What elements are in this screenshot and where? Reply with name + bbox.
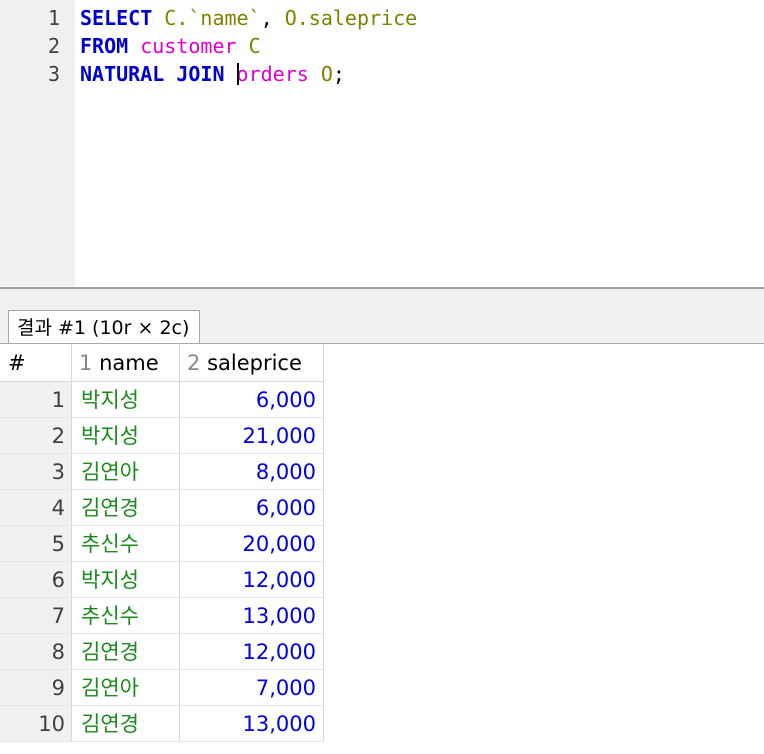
sql-keyword: NATURAL JOIN [80,62,225,86]
header-name[interactable]: 1 name [72,344,180,382]
column-ref: C.`name` [164,6,261,30]
cell-saleprice[interactable]: 13,000 [180,706,324,742]
column-title: name [99,351,159,375]
cell-name[interactable]: 박지성 [72,562,180,598]
table-row[interactable]: 7 추신수 13,000 [0,598,324,634]
row-number[interactable]: 7 [0,598,72,634]
cell-name[interactable]: 추신수 [72,526,180,562]
sql-keyword: FROM [80,34,129,58]
sql-editor[interactable]: 1 2 3 SELECT C.`name`, O.saleprice FROM … [0,0,764,288]
column-title: saleprice [207,351,302,375]
cell-saleprice[interactable]: 13,000 [180,598,324,634]
line-number: 3 [47,62,60,86]
row-number[interactable]: 10 [0,706,72,742]
table-row[interactable]: 3 김연아 8,000 [0,454,324,490]
cell-saleprice[interactable]: 12,000 [180,562,324,598]
cell-name[interactable]: 김연아 [72,454,180,490]
cell-saleprice[interactable]: 20,000 [180,526,324,562]
row-number[interactable]: 9 [0,670,72,706]
cell-name[interactable]: 김연경 [72,634,180,670]
header-row-index[interactable]: # [0,344,72,382]
header-saleprice[interactable]: 2 saleprice [180,344,324,382]
column-index: 1 [79,351,93,375]
cell-name[interactable]: 박지성 [72,418,180,454]
row-number[interactable]: 1 [0,382,72,418]
cell-saleprice[interactable]: 12,000 [180,634,324,670]
row-number[interactable]: 2 [0,418,72,454]
cell-name[interactable]: 추신수 [72,598,180,634]
row-number[interactable]: 3 [0,454,72,490]
table-row[interactable]: 5 추신수 20,000 [0,526,324,562]
table-row[interactable]: 1 박지성 6,000 [0,382,324,418]
line-number: 1 [47,6,60,30]
table-row[interactable]: 4 김연경 6,000 [0,490,324,526]
row-number[interactable]: 6 [0,562,72,598]
table-row[interactable]: 8 김연경 12,000 [0,634,324,670]
tab-result-1[interactable]: 결과 #1 (10r × 2c) [8,310,200,344]
result-tab-bar: 결과 #1 (10r × 2c) [0,289,764,344]
column-index: 2 [187,351,201,375]
comma: , [260,6,273,30]
table-row[interactable]: 9 김연아 7,000 [0,670,324,706]
cell-name[interactable]: 박지성 [72,382,180,418]
text-cursor [236,62,239,85]
cell-saleprice[interactable]: 21,000 [180,418,324,454]
code-line-3[interactable]: NATURAL JOIN orders O; [80,60,345,88]
table-ref: customer [140,34,237,58]
line-number-gutter: 1 2 3 [0,0,75,286]
code-line-2[interactable]: FROM customer C [80,32,261,60]
cell-name[interactable]: 김연경 [72,706,180,742]
cell-saleprice[interactable]: 8,000 [180,454,324,490]
cell-saleprice[interactable]: 6,000 [180,382,324,418]
line-number: 2 [47,34,60,58]
code-line-1[interactable]: SELECT C.`name`, O.saleprice [80,4,417,32]
result-grid[interactable]: # 1 name 2 saleprice 1 박지성 6,000 2 박지성 2… [0,344,764,754]
table-alias: C [248,34,261,58]
row-number[interactable]: 8 [0,634,72,670]
table-row[interactable]: 10 김연경 13,000 [0,706,324,742]
table-ref: orders [236,62,309,86]
table-row[interactable]: 2 박지성 21,000 [0,418,324,454]
grid-header: # 1 name 2 saleprice [0,344,324,382]
row-number[interactable]: 5 [0,526,72,562]
cell-name[interactable]: 김연경 [72,490,180,526]
cell-saleprice[interactable]: 6,000 [180,490,324,526]
semicolon: ; [332,62,345,86]
cell-name[interactable]: 김연아 [72,670,180,706]
sql-keyword: SELECT [80,6,153,30]
cell-saleprice[interactable]: 7,000 [180,670,324,706]
column-ref: O.saleprice [284,6,418,30]
table-row[interactable]: 6 박지성 12,000 [0,562,324,598]
table-alias: O [320,62,333,86]
row-number[interactable]: 4 [0,490,72,526]
